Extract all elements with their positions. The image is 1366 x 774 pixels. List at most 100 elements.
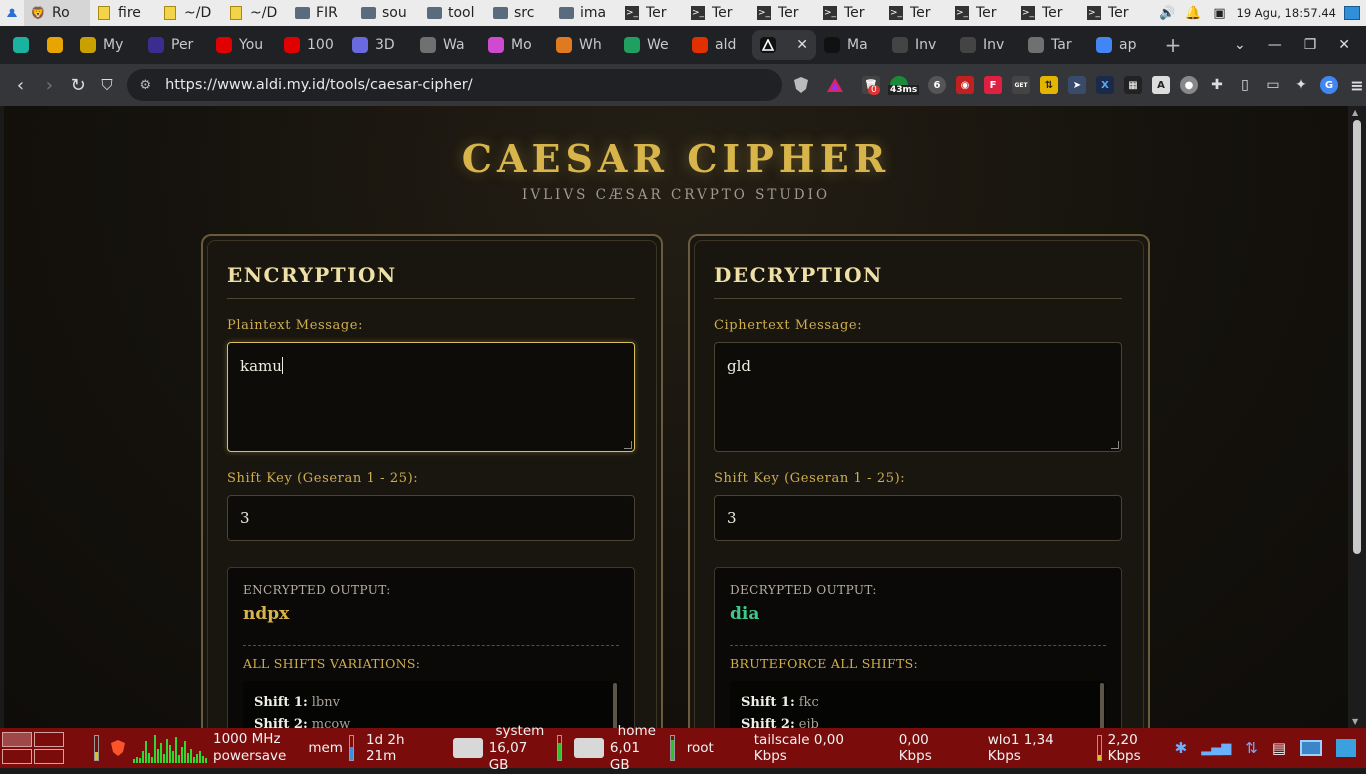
sidebar-icon[interactable]: ▯ [1236, 76, 1254, 94]
brave-rewards-icon[interactable] [826, 76, 844, 94]
extension-get-crx-icon[interactable]: GET [1012, 76, 1030, 94]
wifi-signal-icon[interactable]: ▂▄▆ [1201, 741, 1231, 756]
network-manager-icon[interactable]: ⇅ [1245, 739, 1258, 757]
close-tab-icon[interactable]: ✕ [796, 37, 808, 53]
taskbar-item[interactable]: sou [354, 0, 420, 26]
back-button[interactable]: ‹ [6, 75, 35, 96]
scrollbar-thumb[interactable] [1353, 120, 1361, 554]
app-launcher-icon[interactable] [0, 0, 24, 26]
browser-tab[interactable]: We [616, 30, 684, 60]
browser-tab[interactable]: 100 [276, 30, 344, 60]
taskbar-item[interactable]: >_Ter [1014, 0, 1080, 26]
taskbar-item[interactable]: >_Ter [750, 0, 816, 26]
taskbar-item[interactable]: >_Ter [816, 0, 882, 26]
browser-tab[interactable] [4, 30, 38, 60]
extension-6-icon[interactable]: 6 [928, 76, 946, 94]
taskbar-item[interactable]: ima [552, 0, 618, 26]
virtual-desktop-pager[interactable] [2, 732, 64, 764]
clock[interactable]: 19 Agu, 18:57.44 [1237, 6, 1337, 20]
close-window-button[interactable]: ✕ [1338, 37, 1350, 53]
all-shifts-list[interactable]: Shift 1:lbnv Shift 2:mcow [243, 681, 619, 728]
extension-pixel-icon[interactable]: ▦ [1124, 76, 1142, 94]
taskbar-item[interactable]: fire [90, 0, 156, 26]
new-tab-button[interactable]: + [1156, 33, 1190, 57]
screen-icon[interactable] [1300, 740, 1322, 756]
bruteforce-list[interactable]: Shift 1:fkc Shift 2:ejb [730, 681, 1106, 728]
page-scrollbar[interactable]: ▲ ▼ [1348, 106, 1366, 728]
browser-tab[interactable]: Inv [884, 30, 952, 60]
menu-icon[interactable]: ≡ [1348, 76, 1366, 94]
memory-widget[interactable]: mem [308, 735, 354, 761]
maximize-button[interactable]: ❐ [1304, 37, 1317, 53]
taskbar-item[interactable]: >_Ter [882, 0, 948, 26]
brave-shields-icon[interactable] [792, 76, 810, 94]
disk-system-widget[interactable]: system 16,07 GB [453, 723, 562, 774]
site-info-icon[interactable]: ⚙ [139, 78, 151, 93]
extension-x-icon[interactable]: X [1096, 76, 1114, 94]
list-scrollbar[interactable] [1100, 683, 1104, 728]
taskbar-item[interactable]: >_Ter [618, 0, 684, 26]
show-desktop-bottom-icon[interactable] [1336, 739, 1356, 757]
plaintext-input[interactable]: kamu [227, 342, 635, 452]
browser-tab-active[interactable]: ✕ [752, 30, 816, 60]
browser-tab[interactable]: ald [684, 30, 752, 60]
minimize-button[interactable]: — [1268, 37, 1282, 53]
extension-sort-icon[interactable]: ⇅ [1040, 76, 1058, 94]
desktop-4[interactable] [34, 749, 64, 764]
extension-a-icon[interactable]: A [1152, 76, 1170, 94]
leo-ai-icon[interactable]: ✦ [1292, 76, 1310, 94]
taskbar-item[interactable]: FIR [288, 0, 354, 26]
browser-tab[interactable]: Per [140, 30, 208, 60]
extension-trash[interactable]: 🗑 0 [862, 76, 880, 94]
list-scrollbar[interactable] [613, 683, 617, 728]
desktop-3[interactable] [2, 749, 32, 764]
taskbar-item[interactable]: tool [420, 0, 486, 26]
browser-tab[interactable]: Wh [548, 30, 616, 60]
browser-tab[interactable]: You [208, 30, 276, 60]
decrypt-shift-input[interactable]: 3 [714, 495, 1122, 541]
extension-circle-icon[interactable]: ● [1180, 76, 1198, 94]
browser-tab[interactable]: 3D [344, 30, 412, 60]
scroll-up-icon[interactable]: ▲ [1352, 108, 1358, 117]
ciphertext-input[interactable]: gld [714, 342, 1122, 452]
disk-home-widget[interactable]: home 6,01 GB [574, 723, 675, 774]
extension-f-icon[interactable]: F [984, 76, 1002, 94]
taskbar-item[interactable]: >_Ter [684, 0, 750, 26]
clipboard-icon[interactable]: ▣ [1211, 6, 1229, 21]
desktop-2[interactable] [34, 732, 64, 747]
browser-tab[interactable]: My [72, 30, 140, 60]
desktop-1[interactable] [2, 732, 32, 747]
cpu-widget[interactable]: 1000 MHz powersave [94, 731, 286, 765]
volume-icon[interactable]: 🔊 [1159, 6, 1177, 21]
browser-tab[interactable] [38, 30, 72, 60]
taskbar-item[interactable]: ~/D [156, 0, 222, 26]
scroll-down-icon[interactable]: ▼ [1352, 717, 1358, 726]
encrypt-shift-input[interactable]: 3 [227, 495, 635, 541]
tab-search-icon[interactable]: ⌄ [1234, 37, 1246, 53]
extension-latency[interactable]: 43ms [890, 76, 918, 94]
taskbar-item[interactable]: 🦁Ro [24, 0, 90, 26]
taskbar-item[interactable]: >_Ter [948, 0, 1014, 26]
profile-icon[interactable]: G [1320, 76, 1338, 94]
browser-tab[interactable]: Inv [952, 30, 1020, 60]
bluetooth-icon[interactable]: ✱ [1175, 739, 1188, 757]
wallet-icon[interactable]: ▭ [1264, 76, 1282, 94]
extension-cursor-icon[interactable]: ➤ [1068, 76, 1086, 94]
address-bar[interactable]: ⚙ https://www.aldi.my.id/tools/caesar-ci… [127, 69, 782, 101]
browser-tab[interactable]: Ma [816, 30, 884, 60]
taskbar-item[interactable]: >_Ter [1080, 0, 1146, 26]
reload-button[interactable]: ↻ [64, 75, 93, 96]
clipboard-tray-icon[interactable]: ▤ [1272, 739, 1286, 757]
browser-tab[interactable]: Tar [1020, 30, 1088, 60]
extension-red-icon[interactable]: ◉ [956, 76, 974, 94]
bookmark-icon[interactable]: ⛉ [93, 76, 122, 94]
browser-tab[interactable]: Mo [480, 30, 548, 60]
resize-handle[interactable] [624, 441, 632, 449]
taskbar-item[interactable]: ~/D [222, 0, 288, 26]
browser-tab[interactable]: Wa [412, 30, 480, 60]
notification-bell-icon[interactable]: 🔔 [1185, 6, 1203, 21]
taskbar-item[interactable]: src [486, 0, 552, 26]
show-desktop-icon[interactable] [1344, 6, 1360, 20]
forward-button[interactable]: › [35, 75, 64, 96]
browser-tab[interactable]: ap [1088, 30, 1156, 60]
